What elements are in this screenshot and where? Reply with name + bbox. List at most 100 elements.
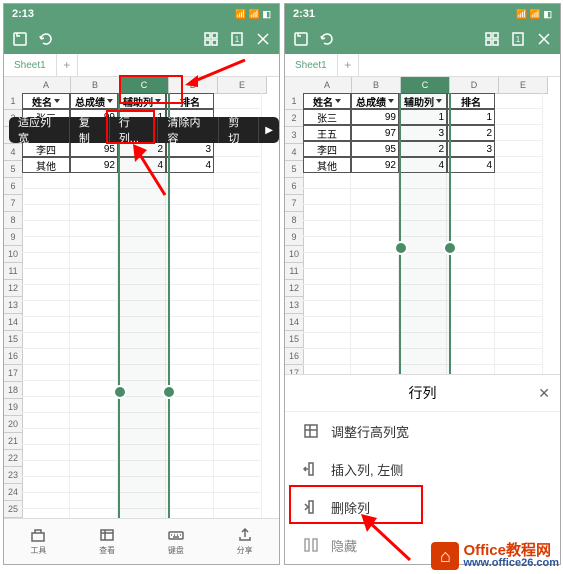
header-cell[interactable]: 排名 bbox=[447, 93, 495, 109]
col-header[interactable]: A bbox=[22, 77, 71, 94]
row-header[interactable]: 15 bbox=[285, 331, 304, 348]
row-header[interactable]: 4 bbox=[285, 144, 304, 161]
col-header[interactable]: B bbox=[352, 77, 401, 94]
row-header[interactable]: 13 bbox=[285, 297, 304, 314]
row-header[interactable]: 5 bbox=[285, 161, 304, 178]
page-icon[interactable]: 1 bbox=[510, 31, 526, 47]
row-header[interactable]: 6 bbox=[4, 178, 23, 195]
row-header[interactable]: 13 bbox=[4, 297, 23, 314]
column-headers[interactable]: A B C D E bbox=[303, 77, 548, 93]
ctx-fit-width[interactable]: 适应列宽 bbox=[9, 117, 70, 143]
row-header[interactable]: 14 bbox=[4, 314, 23, 331]
row-header[interactable]: 3 bbox=[285, 127, 304, 144]
undo-icon[interactable] bbox=[319, 31, 335, 47]
ctx-more-icon[interactable]: ▶ bbox=[259, 125, 279, 136]
header-cell[interactable]: 总成绩 bbox=[70, 93, 118, 109]
row-header[interactable]: 16 bbox=[285, 348, 304, 365]
row-header[interactable]: 10 bbox=[4, 246, 23, 263]
spreadsheet-grid[interactable]: A B C D E 123456789101112131415161718192… bbox=[4, 77, 279, 517]
undo-icon[interactable] bbox=[38, 31, 54, 47]
page-icon[interactable]: 1 bbox=[229, 31, 245, 47]
tab-share[interactable]: 分享 bbox=[210, 519, 279, 564]
tab-keyboard[interactable]: 键盘 bbox=[142, 519, 211, 564]
row-header[interactable]: 8 bbox=[4, 212, 23, 229]
ctx-copy[interactable]: 复制 bbox=[70, 117, 110, 143]
panel-delete[interactable]: 删除列 bbox=[285, 488, 560, 526]
row-header[interactable]: 15 bbox=[4, 331, 23, 348]
row-header[interactable]: 12 bbox=[285, 280, 304, 297]
row-header[interactable]: 2 bbox=[285, 110, 304, 127]
row-header[interactable]: 7 bbox=[285, 195, 304, 212]
col-header[interactable]: E bbox=[218, 77, 267, 94]
svg-text:1: 1 bbox=[235, 35, 240, 44]
row-header[interactable]: 11 bbox=[4, 263, 23, 280]
select-all-corner[interactable] bbox=[4, 77, 23, 94]
column-headers[interactable]: A B C D E bbox=[22, 77, 267, 93]
phone-left: 2:13 📶 📶 ◧ 1 Sheet1 + A B C D E 12345678… bbox=[3, 3, 280, 565]
cells-area[interactable]: 姓名 总成绩 辅助列 排名 张三9911 王五9732 李四9523 其他924… bbox=[303, 93, 543, 381]
col-header-selected[interactable]: C bbox=[401, 77, 450, 94]
header-cell[interactable]: 排名 bbox=[166, 93, 214, 109]
header-cell[interactable]: 姓名 bbox=[303, 93, 351, 109]
row-header[interactable]: 22 bbox=[4, 450, 23, 467]
row-headers[interactable]: 123456789101112131415161718 bbox=[285, 93, 304, 399]
ctx-rowcol[interactable]: 行列... bbox=[110, 117, 159, 143]
row-header[interactable]: 9 bbox=[4, 229, 23, 246]
sheet-tab[interactable]: Sheet1 bbox=[285, 54, 338, 76]
row-header[interactable]: 25 bbox=[4, 501, 23, 518]
col-header[interactable]: A bbox=[303, 77, 352, 94]
ctx-cut[interactable]: 剪切 bbox=[219, 117, 259, 143]
row-headers[interactable]: 1234567891011121314151617181920212223242… bbox=[4, 93, 23, 565]
tab-view[interactable]: 查看 bbox=[73, 519, 142, 564]
row-header[interactable]: 10 bbox=[285, 246, 304, 263]
col-header[interactable]: D bbox=[450, 77, 499, 94]
header-cell[interactable]: 辅助列 bbox=[118, 93, 166, 109]
row-header[interactable]: 11 bbox=[285, 263, 304, 280]
panel-adjust[interactable]: 调整行高列宽 bbox=[285, 412, 560, 450]
panel-insert[interactable]: 插入列, 左侧 bbox=[285, 450, 560, 488]
header-cell[interactable]: 辅助列 bbox=[399, 93, 447, 109]
row-header[interactable]: 17 bbox=[4, 365, 23, 382]
row-header[interactable]: 18 bbox=[4, 382, 23, 399]
row-header[interactable]: 7 bbox=[4, 195, 23, 212]
sheet-tab[interactable]: Sheet1 bbox=[4, 54, 57, 76]
row-header[interactable]: 5 bbox=[4, 161, 23, 178]
row-header[interactable]: 9 bbox=[285, 229, 304, 246]
add-sheet-button[interactable]: + bbox=[57, 54, 78, 76]
row-header[interactable]: 1 bbox=[4, 93, 23, 110]
header-cell[interactable]: 姓名 bbox=[22, 93, 70, 109]
file-icon[interactable] bbox=[293, 31, 309, 47]
row-header[interactable]: 16 bbox=[4, 348, 23, 365]
grid-icon[interactable] bbox=[484, 31, 500, 47]
row-header[interactable]: 6 bbox=[285, 178, 304, 195]
panel-close-icon[interactable]: ✕ bbox=[538, 385, 550, 402]
row-header[interactable]: 19 bbox=[4, 399, 23, 416]
tab-tool[interactable]: 工具 bbox=[4, 519, 73, 564]
close-icon[interactable] bbox=[255, 31, 271, 47]
bottom-bar: 工具 查看 键盘 分享 bbox=[4, 518, 279, 564]
file-icon[interactable] bbox=[12, 31, 28, 47]
row-header[interactable]: 23 bbox=[4, 467, 23, 484]
row-header[interactable]: 14 bbox=[285, 314, 304, 331]
rowcol-panel: 行列 ✕ 调整行高列宽 插入列, 左侧 删除列 隐藏 bbox=[285, 374, 560, 564]
row-header[interactable]: 12 bbox=[4, 280, 23, 297]
spreadsheet-grid[interactable]: A B C D E 123456789101112131415161718 姓名… bbox=[285, 77, 560, 377]
cells-area[interactable]: 姓名 总成绩 辅助列 排名 张三991 王五9732 李四9523 其他9244 bbox=[22, 93, 262, 565]
row-header[interactable]: 20 bbox=[4, 416, 23, 433]
add-sheet-button[interactable]: + bbox=[338, 54, 359, 76]
ctx-clear[interactable]: 清除内容 bbox=[158, 117, 219, 143]
row-header[interactable]: 4 bbox=[4, 144, 23, 161]
row-header[interactable]: 24 bbox=[4, 484, 23, 501]
col-header-selected[interactable]: C bbox=[120, 77, 169, 94]
row-header[interactable]: 21 bbox=[4, 433, 23, 450]
col-header[interactable]: E bbox=[499, 77, 548, 94]
row-header[interactable]: 8 bbox=[285, 212, 304, 229]
close-icon[interactable] bbox=[536, 31, 552, 47]
select-all-corner[interactable] bbox=[285, 77, 304, 94]
grid-icon[interactable] bbox=[203, 31, 219, 47]
row-header[interactable]: 1 bbox=[285, 93, 304, 110]
clock: 2:13 bbox=[12, 8, 235, 20]
header-cell[interactable]: 总成绩 bbox=[351, 93, 399, 109]
col-header[interactable]: B bbox=[71, 77, 120, 94]
col-header[interactable]: D bbox=[169, 77, 218, 94]
